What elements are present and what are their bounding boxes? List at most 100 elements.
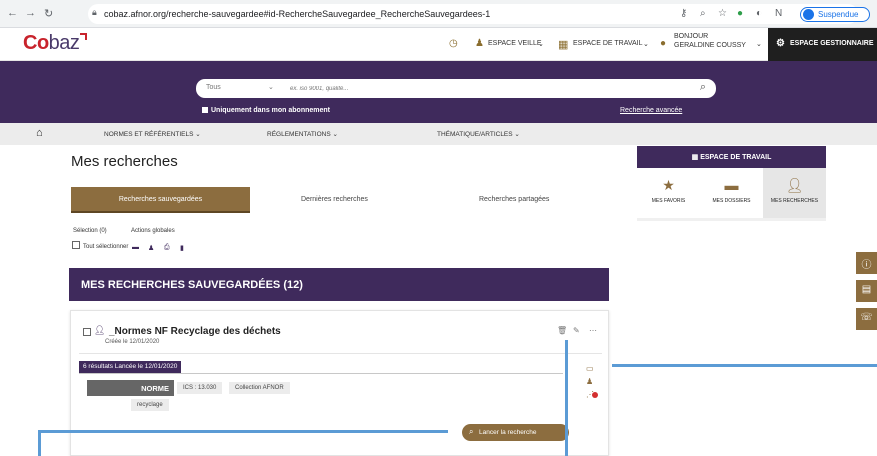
menu-item-thematique[interactable]: THÉMATIQUE/ARTICLES ⌄ — [437, 130, 520, 138]
espace-veille-link[interactable]: ESPACE VEILLE — [488, 40, 542, 47]
search-box: Tous ⌄ ⌕ — [196, 79, 716, 98]
workspace-scroll-track — [637, 218, 826, 221]
print-icon[interactable]: ⎙ — [164, 244, 170, 252]
main-menu: ⌂ NORMES ET RÉFÉRENTIELS ⌄ RÉGLEMENTATIO… — [0, 123, 877, 145]
message-icon: ▤ — [861, 284, 872, 295]
trash-icon[interactable]: 🗑︎ — [557, 326, 567, 335]
feedback-button[interactable]: ▤ — [856, 280, 877, 302]
annotation-line — [38, 430, 448, 433]
select-all-checkbox[interactable] — [72, 241, 80, 249]
url-text: cobaz.afnor.org/recherche-sauvegardee#id… — [104, 9, 491, 19]
extension-n-icon[interactable]: N — [775, 8, 782, 19]
workspace-title: ESPACE DE TRAVAIL — [700, 154, 772, 161]
workspace-dossiers[interactable]: ▬ MES DOSSIERS — [700, 168, 763, 218]
workspace-favoris[interactable]: ★ MES FAVORIS — [637, 168, 700, 218]
recherches-label: MES RECHERCHES — [770, 198, 819, 204]
user-search-icon: 👤︎ — [785, 177, 804, 193]
reload-icon[interactable]: ↻ — [44, 7, 53, 20]
espace-gestionnaire-button[interactable]: ⚙ ESPACE GESTIONNAIRE — [768, 28, 877, 61]
tab-recherches-sauvegardees[interactable]: Recherches sauvegardées — [71, 187, 250, 213]
annotation-line — [38, 430, 41, 456]
launch-label: Lancer la recherche — [479, 429, 537, 436]
ics-chip: ICS : 13.030 — [177, 382, 223, 394]
folder-icon: ▬ — [724, 177, 739, 193]
subscription-filter[interactable]: Uniquement dans mon abonnement — [202, 107, 330, 114]
notification-dot — [592, 392, 598, 398]
page-title: Mes recherches — [71, 153, 178, 170]
search-icon[interactable]: ⌕ — [700, 81, 706, 94]
saved-searches-banner: MES RECHERCHES SAUVEGARDÉES (12) — [69, 268, 609, 301]
folder-icon[interactable]: ▭ — [586, 364, 594, 373]
norme-badge: NORME — [87, 380, 174, 396]
cobaz-logo[interactable]: Cobaz — [23, 32, 88, 55]
card-checkbox[interactable] — [83, 328, 91, 336]
info-button[interactable]: ⓘ — [856, 252, 877, 274]
site-header: Cobaz ◷ ♟ ESPACE VEILLE ⌄ ▦ ESPACE DE TR… — [0, 28, 877, 61]
profile-button[interactable]: Suspendue — [800, 7, 870, 22]
saved-search-name[interactable]: _Normes NF Recyclage des déchets — [109, 326, 281, 337]
edit-icon[interactable]: ✎ — [573, 326, 580, 335]
collection-chip: Collection AFNOR — [229, 382, 290, 394]
extension-dot-icon[interactable]: ● — [737, 8, 743, 19]
selection-count: Sélection (0) — [73, 228, 107, 234]
tab-recherches-partagees[interactable]: Recherches partagées — [479, 196, 549, 203]
search-input[interactable] — [290, 82, 590, 95]
menu-item-normes[interactable]: NORMES ET RÉFÉRENTIELS ⌄ — [104, 130, 201, 138]
results-underline — [79, 373, 563, 374]
logo-rest: baz — [48, 32, 80, 54]
search-scope-select[interactable]: Tous — [206, 84, 221, 91]
results-badge: 6 résultats Lancée le 12/01/2020 — [79, 361, 182, 373]
forward-icon[interactable]: → — [25, 7, 36, 19]
logo-corner-mark — [80, 33, 88, 40]
launch-search-button[interactable]: ⌕ Lancer la recherche — [462, 424, 569, 441]
bell-icon[interactable]: ♟ — [475, 38, 484, 49]
search-icon: ⌕ — [469, 427, 474, 436]
annotation-line — [612, 364, 877, 367]
subscription-checkbox[interactable] — [202, 107, 208, 113]
history-icon[interactable]: ◷ — [449, 38, 458, 49]
grid-icon: ▦ — [558, 39, 569, 51]
keyword-chip: recyclage — [131, 399, 169, 411]
trash-icon[interactable]: ▮ — [180, 244, 184, 252]
gestionnaire-label: ESPACE GESTIONNAIRE — [790, 40, 874, 47]
select-all-label: Tout sélectionner — [83, 244, 129, 250]
gear-icon: ⚙ — [776, 38, 785, 49]
advanced-search-link[interactable]: Recherche avancée — [620, 107, 682, 114]
bell-icon[interactable]: ♟ — [148, 244, 154, 252]
avatar-icon — [803, 9, 814, 20]
bell-icon[interactable]: ♟ — [586, 377, 593, 386]
user-icon: ● — [660, 38, 667, 49]
back-icon[interactable]: ← — [7, 7, 18, 19]
annotation-line — [565, 340, 568, 456]
key-icon[interactable]: ⚷ — [680, 8, 687, 19]
logo-c: C — [23, 32, 37, 54]
greeting-line2[interactable]: GERALDINE COUSSY — [674, 42, 746, 49]
home-icon[interactable]: ⌂ — [36, 127, 43, 139]
workspace-panel: ▦ ESPACE DE TRAVAIL ★ MES FAVORIS ▬ MES … — [637, 146, 826, 244]
tab-dernieres-recherches[interactable]: Dernières recherches — [301, 196, 368, 203]
info-icon: ⓘ — [861, 260, 872, 271]
grid-icon: ▦ — [691, 154, 701, 161]
greeting-line1[interactable]: BONJOUR — [674, 33, 708, 40]
bookmark-star-icon[interactable]: ☆ — [718, 8, 727, 19]
select-all[interactable]: Tout sélectionner — [72, 241, 128, 250]
global-actions-label: Actions globales — [131, 228, 175, 234]
search-band: Tous ⌄ ⌕ Uniquement dans mon abonnement … — [0, 61, 877, 123]
workspace-recherches[interactable]: 👤︎ MES RECHERCHES — [763, 168, 826, 218]
logo-o: o — [36, 32, 49, 54]
card-divider — [79, 353, 602, 354]
star-icon: ★ — [662, 177, 675, 193]
menu-item-reglementations[interactable]: RÉGLEMENTATIONS ⌄ — [267, 130, 338, 138]
more-icon[interactable]: ⋯ — [589, 326, 597, 335]
created-date: Créée le 12/01/2020 — [105, 339, 160, 345]
phone-icon: ☏ — [860, 312, 873, 323]
browser-toolbar: ← → ↻ 🔒︎ cobaz.afnor.org/recherche-sauve… — [0, 0, 877, 28]
workspace-header: ▦ ESPACE DE TRAVAIL — [637, 146, 826, 168]
folder-icon[interactable]: ▬ — [132, 244, 139, 251]
phone-button[interactable]: ☏ — [856, 308, 877, 330]
favoris-label: MES FAVORIS — [651, 198, 686, 204]
espace-travail-link[interactable]: ESPACE DE TRAVAIL — [573, 40, 643, 47]
extension-circle-icon[interactable]: ◐ — [756, 8, 762, 19]
zoom-icon[interactable]: ⌕ — [700, 8, 706, 19]
chevron-down-icon[interactable]: ⌄ — [268, 83, 274, 91]
